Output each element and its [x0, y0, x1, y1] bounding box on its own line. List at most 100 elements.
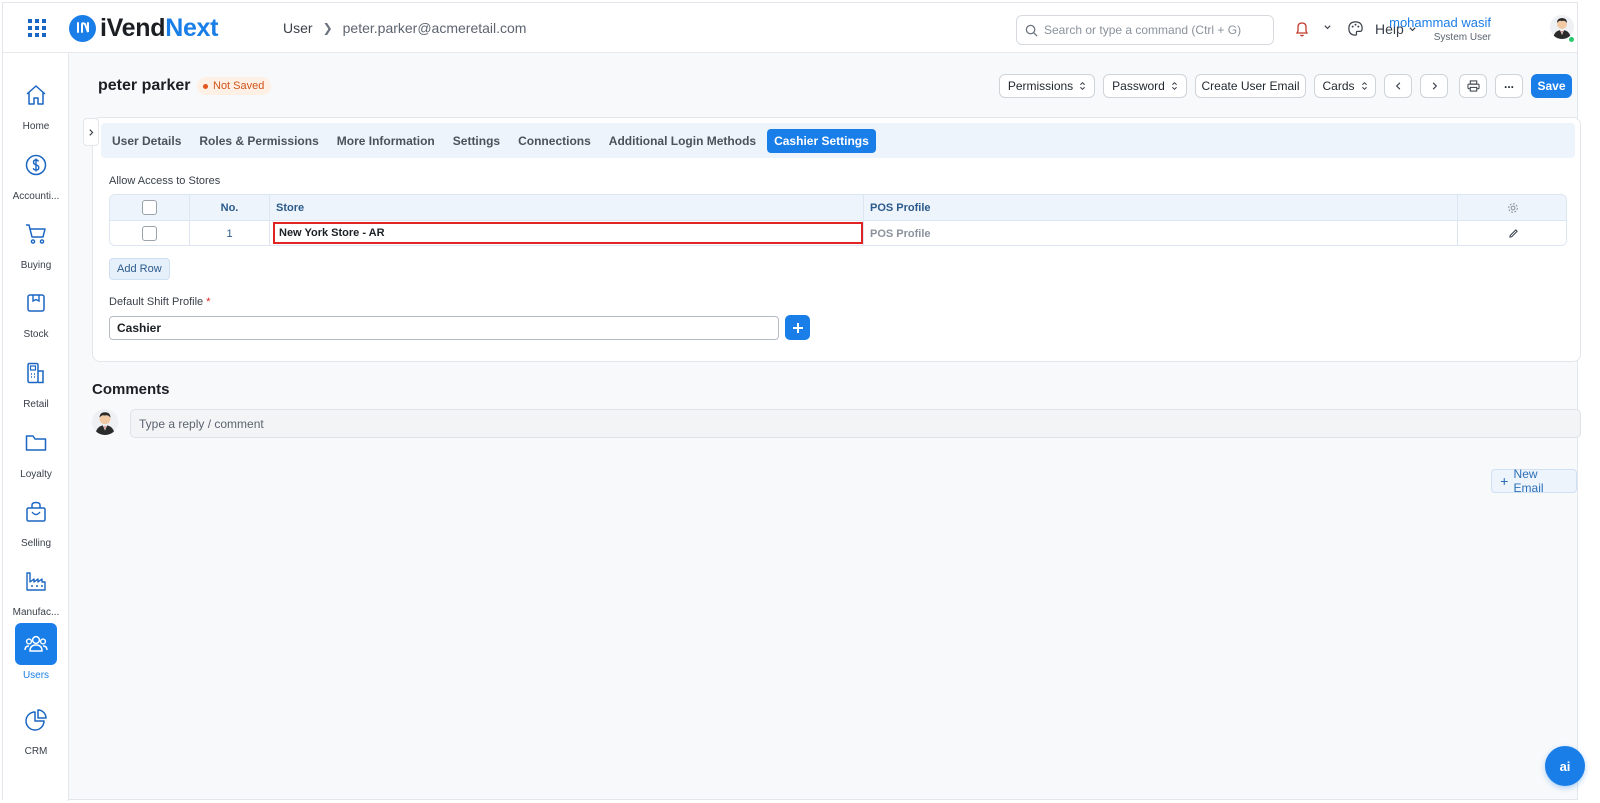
sidebar-item-stock[interactable]: Stock	[3, 282, 69, 340]
cart-icon	[26, 224, 46, 244]
sidebar: Home Accounti... Buying Stock Retail Loy…	[3, 53, 69, 801]
sidebar-item-label: Accounti...	[12, 191, 60, 202]
new-email-button[interactable]: New Email	[1491, 467, 1577, 495]
gear-icon[interactable]	[1507, 202, 1519, 214]
sidebar-item-label: Loyalty	[20, 469, 52, 480]
pencil-icon[interactable]	[1508, 228, 1519, 239]
sidebar-item-label: Users	[22, 670, 50, 681]
add-row-button[interactable]: Add Row	[109, 258, 170, 280]
cards-button[interactable]: Cards	[1314, 74, 1376, 98]
tab-more-information[interactable]: More Information	[330, 129, 442, 153]
chevron-right-icon	[1432, 82, 1437, 90]
chevron-right-icon	[89, 128, 94, 136]
tab-additional-login-methods[interactable]: Additional Login Methods	[602, 129, 763, 153]
row-checkbox[interactable]	[142, 226, 157, 241]
sidebar-item-manufacturing[interactable]: Manufac...	[3, 560, 69, 618]
sidebar-item-loyalty[interactable]: Loyalty	[3, 422, 69, 480]
logo[interactable]: iVendNext	[69, 14, 218, 42]
tab-roles-permissions[interactable]: Roles & Permissions	[192, 129, 325, 153]
password-label: Password	[1112, 79, 1165, 93]
brand-name: iVendNext	[100, 14, 219, 42]
tab-settings[interactable]: Settings	[446, 129, 507, 153]
cards-label: Cards	[1322, 79, 1355, 93]
logo-mark-icon	[69, 14, 96, 42]
breadcrumb: User ❯ peter.parker@acmeretail.com	[283, 20, 526, 36]
column-header-pos-profile: POS Profile	[864, 195, 1458, 220]
previous-record-button[interactable]	[1384, 74, 1412, 98]
create-user-email-button[interactable]: Create User Email	[1195, 74, 1306, 98]
pie-chart-icon	[25, 709, 47, 731]
shopping-bag-icon	[26, 501, 46, 522]
sidebar-item-selling[interactable]: Selling	[3, 491, 69, 549]
default-shift-profile-input[interactable]: Cashier	[109, 316, 779, 340]
search-input[interactable]: Search or type a command (Ctrl + G)	[1016, 15, 1274, 45]
chevron-right-icon: ❯	[322, 21, 333, 35]
avatar	[92, 409, 118, 435]
chevron-down-icon[interactable]	[1323, 23, 1332, 32]
top-bar: iVendNext User ❯ peter.parker@acmeretail…	[3, 3, 1577, 53]
more-options-button[interactable]: ...	[1495, 74, 1523, 98]
pos-profile-cell[interactable]: POS Profile	[864, 221, 1458, 245]
tab-cashier-settings[interactable]: Cashier Settings	[767, 128, 876, 153]
save-button[interactable]: Save	[1531, 74, 1572, 98]
sidebar-item-accounting[interactable]: Accounti...	[3, 144, 69, 202]
tab-connections[interactable]: Connections	[511, 129, 598, 153]
select-arrows-icon	[1171, 81, 1177, 91]
next-record-button[interactable]	[1420, 74, 1448, 98]
row-number: 1	[190, 221, 270, 245]
new-email-label: New Email	[1513, 467, 1544, 495]
sidebar-item-label: Buying	[20, 260, 52, 271]
create-user-email-label: Create User Email	[1201, 79, 1300, 93]
comment-placeholder: Type a reply / comment	[139, 416, 264, 431]
row-edit-cell	[1458, 221, 1566, 245]
default-shift-profile-label: Default Shift Profile *	[109, 296, 211, 308]
page-title: peter parker	[98, 77, 191, 94]
search-icon	[1025, 24, 1038, 37]
sidebar-item-users[interactable]: Users	[3, 623, 69, 681]
select-arrows-icon	[1080, 81, 1086, 91]
sidebar-item-label: CRM	[24, 746, 48, 757]
sidebar-item-crm[interactable]: CRM	[3, 699, 69, 757]
status-dot	[203, 83, 208, 89]
password-button[interactable]: Password	[1103, 74, 1187, 98]
store-value[interactable]: New York Store - AR	[273, 222, 863, 244]
pos-terminal-icon	[27, 362, 44, 384]
status-label: Not Saved	[213, 80, 265, 92]
tab-bar: User Details Roles & Permissions More In…	[101, 123, 1575, 158]
sidebar-item-retail[interactable]: Retail	[3, 352, 69, 410]
sidebar-item-home[interactable]: Home	[3, 74, 69, 132]
stores-section-label: Allow Access to Stores	[109, 175, 221, 187]
online-status-dot	[1568, 36, 1575, 43]
notification-bell-icon[interactable]	[1295, 21, 1309, 37]
box-icon	[27, 294, 45, 312]
sidebar-item-buying[interactable]: Buying	[3, 213, 69, 271]
ai-assistant-button[interactable]: ai	[1545, 746, 1585, 786]
expand-sidebar-toggle[interactable]	[83, 118, 99, 146]
print-button[interactable]	[1459, 74, 1487, 98]
sidebar-item-label: Manufac...	[12, 607, 60, 618]
row-select-cell	[110, 221, 190, 245]
comment-input[interactable]: Type a reply / comment	[130, 409, 1581, 438]
ai-label: ai	[1559, 758, 1571, 774]
breadcrumb-current[interactable]: peter.parker@acmeretail.com	[343, 20, 527, 36]
plus-icon	[792, 322, 803, 333]
sidebar-item-label: Selling	[20, 538, 52, 549]
user-role: System User	[1433, 32, 1491, 43]
status-badge: Not Saved	[197, 77, 272, 95]
permissions-button[interactable]: Permissions	[999, 74, 1095, 98]
user-menu[interactable]: mohammad wasif System User	[1389, 15, 1491, 44]
palette-icon[interactable]	[1347, 20, 1364, 37]
save-label: Save	[1537, 79, 1566, 93]
table-header: No. Store POS Profile	[110, 195, 1566, 221]
app-grid-icon[interactable]	[27, 18, 47, 38]
add-shift-profile-button[interactable]	[785, 315, 810, 340]
tab-user-details[interactable]: User Details	[105, 129, 188, 153]
sidebar-item-label: Stock	[23, 329, 49, 340]
user-name: mohammad wasif	[1389, 15, 1491, 30]
more-options-label: ...	[1503, 76, 1514, 91]
required-mark: *	[206, 296, 211, 308]
select-arrows-icon	[1361, 81, 1367, 91]
breadcrumb-root[interactable]: User	[283, 20, 313, 36]
select-all-checkbox[interactable]	[142, 200, 157, 215]
permissions-label: Permissions	[1007, 79, 1074, 93]
